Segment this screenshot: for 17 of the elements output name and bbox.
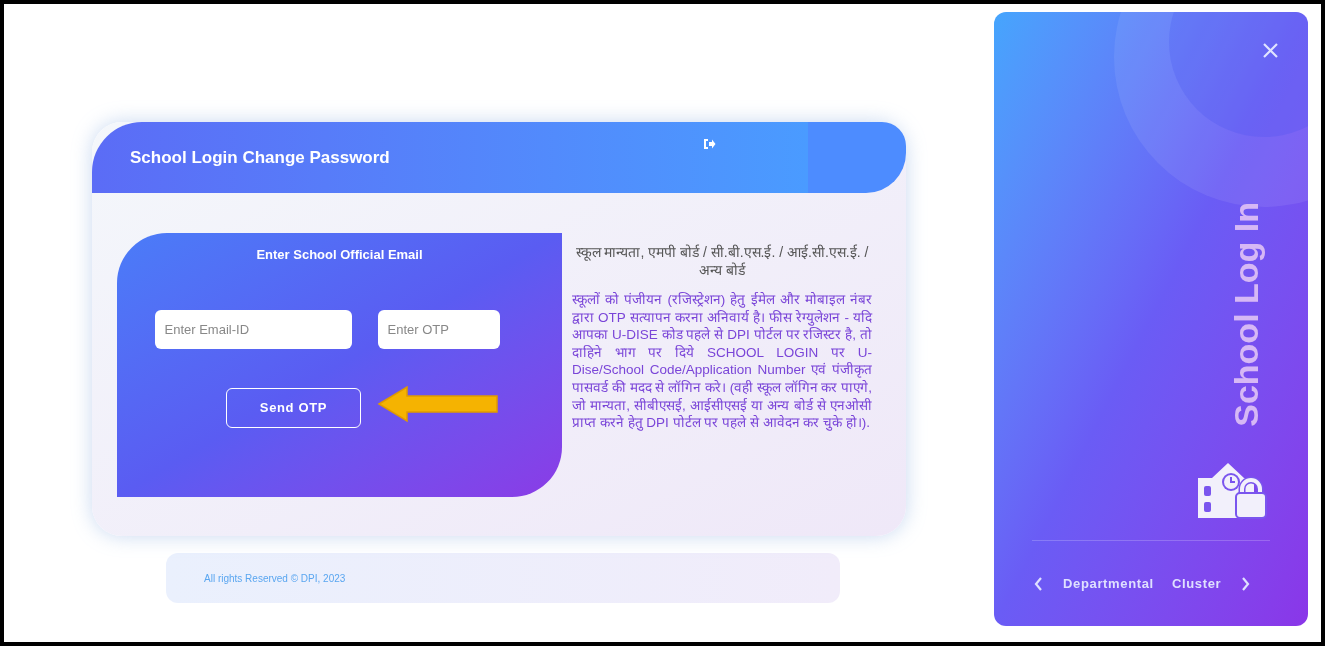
info-paragraph: स्कूलों को पंजीयन (रजिस्ट्रेशन) हेतु ईमेल और मोबाइल नंबर द्वारा OTP सत्यापन करना अनिवार्य है। फीस रेग्युलेशन - यदि आपका U-DISE कोड पहले से DPI पोर्टल पर रजिस्टर है, तो दाहिने भाग पर दिये SCHOOL LOGIN पर U-Dise/School Code/Application Number एवं पंजीकृत पासवर्ड की मदद से लॉगिन करे। (वही स्कूल लॉगिन कर पाएगे, जो मान्यता, सीबीएसई, आईसीएसई या अन्य बोर्ड से एनओसी प्राप्त करने हेतु DPI पोर्टल पर पहले से आवेदन कर चुके हो।).	[572, 291, 872, 432]
card-heading: Enter School Official Email	[256, 246, 423, 264]
chevron-left-icon[interactable]	[1034, 576, 1043, 591]
send-otp-button[interactable]: Send OTP	[226, 387, 361, 428]
chevron-right-icon[interactable]	[1241, 576, 1251, 591]
arrow-icon	[377, 385, 501, 423]
info-heading: स्कूल मान्यता, एमपी बोर्ड / सी.बी.एस.ई. / आई.सी.एस.ई. / अन्य बोर्ड	[574, 243, 870, 279]
email-field[interactable]: Enter Email-ID	[154, 309, 352, 349]
logout-icon[interactable]	[703, 138, 716, 150]
close-icon[interactable]	[1262, 42, 1279, 59]
copyright-text: All rights Reserved © DPI, 2023	[204, 571, 346, 586]
form-title: School Login Change Password	[130, 146, 390, 169]
login-tab[interactable]: Cluster	[1171, 574, 1222, 594]
school-lock-icon	[1198, 460, 1270, 520]
login-tab[interactable]: Departmental	[1063, 574, 1154, 594]
panel-title: School Log In	[1228, 202, 1264, 427]
otp-field[interactable]: Enter OTP	[377, 309, 500, 349]
